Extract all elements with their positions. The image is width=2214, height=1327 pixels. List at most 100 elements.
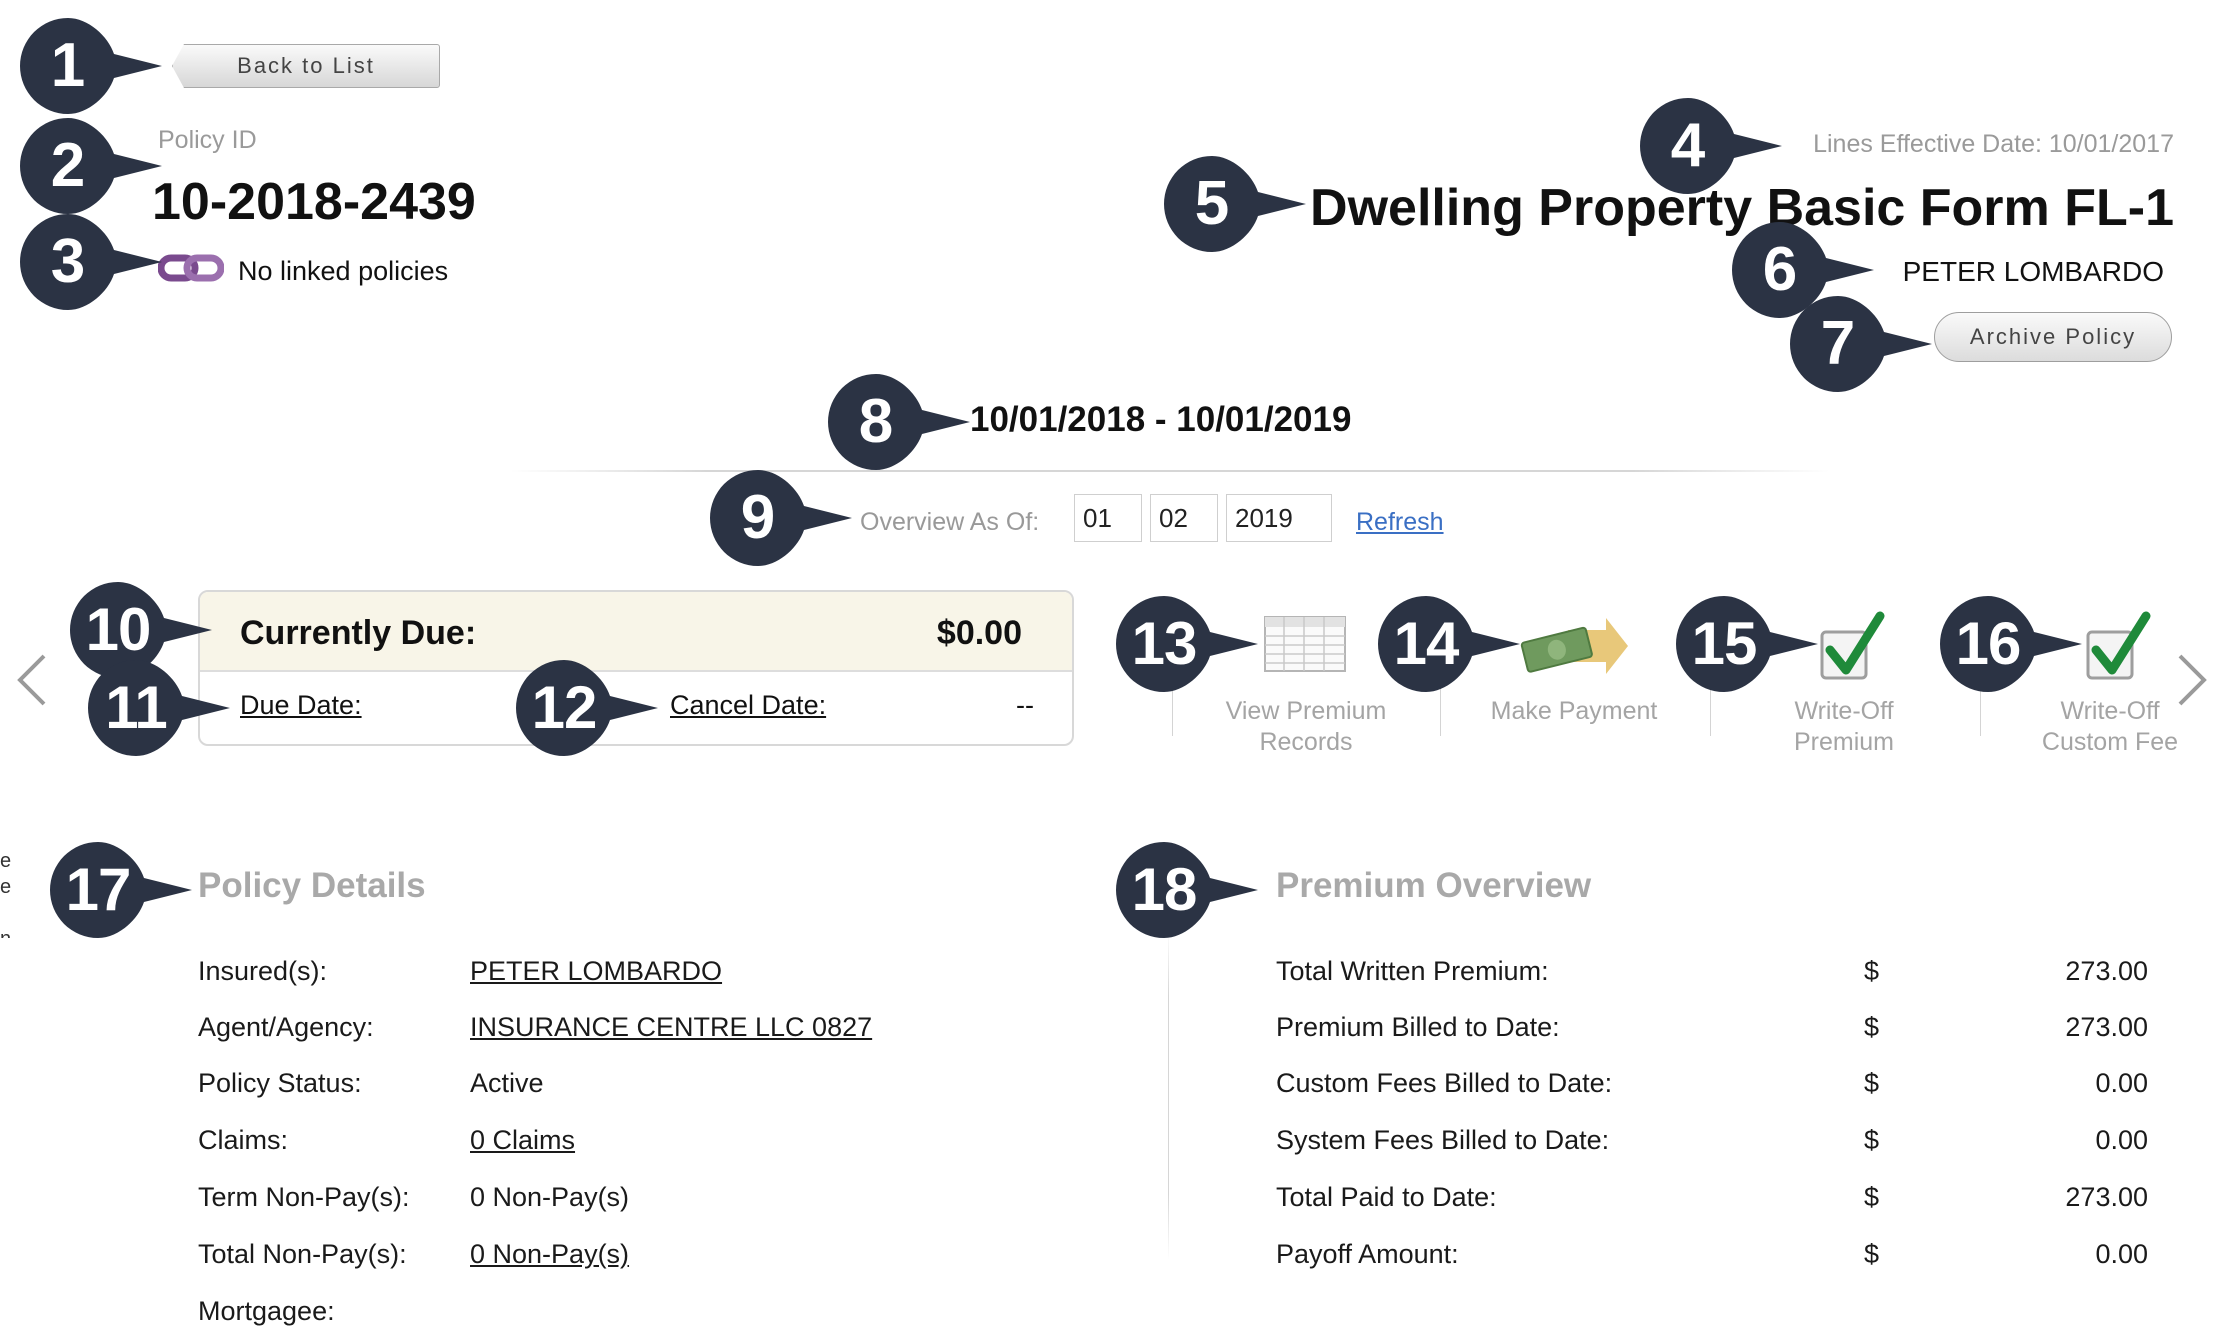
premium-value: 273.00 <box>2065 1012 2148 1042</box>
insured-name-header: PETER LOMBARDO <box>1902 256 2164 287</box>
due-date-link[interactable]: Due Date: <box>240 690 362 721</box>
checkbox-check-icon <box>1818 606 1888 689</box>
premium-value: 273.00 <box>2065 1182 2148 1212</box>
callout-marker-13: 13 <box>1112 592 1258 696</box>
currency-symbol: $ <box>1864 1182 1880 1212</box>
callout-number: 1 <box>50 31 86 100</box>
premium-label: Total Paid to Date: <box>1276 1182 1497 1212</box>
overview-year-input[interactable]: 2019 <box>1226 494 1332 542</box>
callout-number: 14 <box>1393 610 1460 677</box>
callout-marker-2: 2 <box>16 114 162 218</box>
policy-status-value: Active <box>470 1068 544 1098</box>
callout-number: 18 <box>1131 856 1198 923</box>
term-non-pay-value: 0 Non-Pay(s) <box>470 1182 630 1212</box>
action-label: View Premium Records <box>1196 696 1416 758</box>
callout-number: 7 <box>1820 309 1856 378</box>
callout-marker-7: 7 <box>1786 292 1932 396</box>
callout-number: 4 <box>1670 111 1706 180</box>
premium-value: 273.00 <box>2065 956 2148 986</box>
premium-label: System Fees Billed to Date: <box>1276 1125 1610 1155</box>
lines-effective-date: Lines Effective Date: 10/01/2017 <box>1813 130 2174 158</box>
policy-detail-label: Claims: <box>198 1125 289 1155</box>
callout-number: 11 <box>105 674 167 741</box>
callout-number: 17 <box>65 856 132 923</box>
refresh-link[interactable]: Refresh <box>1356 508 1444 537</box>
section-divider <box>1168 930 1169 1260</box>
callout-marker-16: 16 <box>1936 592 2082 696</box>
action-label-line: View Premium <box>1225 697 1387 725</box>
premium-label: Custom Fees Billed to Date: <box>1276 1068 1613 1098</box>
policy-detail-label: Term Non-Pay(s): <box>198 1182 410 1212</box>
callout-marker-15: 15 <box>1672 592 1818 696</box>
currency-symbol: $ <box>1864 1068 1880 1098</box>
currency-symbol: $ <box>1864 1125 1880 1155</box>
callout-marker-17: 17 <box>46 838 192 942</box>
left-edge-fragment: een <box>0 850 12 938</box>
callout-number: 2 <box>50 131 86 200</box>
cancel-date-link[interactable]: Cancel Date: <box>670 690 826 721</box>
action-label-line: Custom Fee <box>2041 728 2179 756</box>
total-non-pay-link[interactable]: 0 Non-Pay(s) <box>470 1239 629 1270</box>
money-arrow-icon <box>1520 616 1630 685</box>
spreadsheet-icon <box>1264 616 1346 677</box>
premium-value: 0.00 <box>2095 1239 2148 1269</box>
premium-label: Payoff Amount: <box>1276 1239 1459 1269</box>
agency-link[interactable]: INSURANCE CENTRE LLC 0827 <box>470 1012 872 1043</box>
currency-symbol: $ <box>1864 1012 1880 1042</box>
callout-marker-4: 4 <box>1636 94 1782 198</box>
action-label: Make Payment <box>1464 696 1684 727</box>
overview-day-input[interactable]: 02 <box>1150 494 1218 542</box>
action-label-line: Premium <box>1793 728 1894 756</box>
premium-value: 0.00 <box>2095 1068 2148 1098</box>
insured-link[interactable]: PETER LOMBARDO <box>470 956 722 987</box>
overview-month-input[interactable]: 01 <box>1074 494 1142 542</box>
callout-number: 8 <box>858 387 894 456</box>
callout-number: 3 <box>50 227 86 296</box>
callout-marker-14: 14 <box>1374 592 1520 696</box>
policy-detail-label: Total Non-Pay(s): <box>198 1239 407 1269</box>
premium-overview-title: Premium Overview <box>1276 866 1592 905</box>
callout-marker-11: 11 <box>84 656 230 760</box>
callout-number: 9 <box>740 483 776 552</box>
callout-marker-8: 8 <box>824 370 970 474</box>
callout-number: 15 <box>1691 610 1758 677</box>
premium-label: Premium Billed to Date: <box>1276 1012 1560 1042</box>
callout-marker-5: 5 <box>1160 152 1306 256</box>
callout-marker-9: 9 <box>706 466 852 570</box>
claims-link[interactable]: 0 Claims <box>470 1125 575 1156</box>
term-range: 10/01/2018 - 10/01/2019 <box>970 400 1352 439</box>
action-label-line: Make Payment <box>1490 697 1658 725</box>
premium-label: Total Written Premium: <box>1276 956 1549 986</box>
action-label-line: Write-Off <box>1794 697 1894 725</box>
currency-symbol: $ <box>1864 1239 1880 1269</box>
currently-due-value: $0.00 <box>936 614 1022 652</box>
callout-number: 13 <box>1131 610 1198 677</box>
callout-marker-3: 3 <box>16 210 162 314</box>
checkbox-check-icon <box>2084 606 2154 689</box>
callout-marker-12: 12 <box>512 656 658 760</box>
premium-value: 0.00 <box>2095 1125 2148 1155</box>
archive-policy-button[interactable]: Archive Policy <box>1934 312 2172 362</box>
action-label-line: Records <box>1259 728 1353 756</box>
policy-id-label: Policy ID <box>158 126 257 154</box>
action-label-line: Write-Off <box>2060 697 2160 725</box>
cancel-date-value: -- <box>1016 690 1034 720</box>
callout-number: 12 <box>531 674 598 741</box>
action-label: Write-Off Custom Fee <box>2000 696 2214 758</box>
callout-number: 16 <box>1955 610 2022 677</box>
policy-details-title: Policy Details <box>198 866 426 905</box>
policy-detail-label: Insured(s): <box>198 956 328 986</box>
policy-detail-label: Mortgagee: <box>198 1296 335 1326</box>
currency-symbol: $ <box>1864 956 1880 986</box>
currently-due-label: Currently Due: <box>240 614 477 652</box>
previous-arrow-icon[interactable] <box>14 652 48 713</box>
link-icon <box>157 252 225 284</box>
overview-as-of-label: Overview As Of: <box>860 508 1040 536</box>
policy-detail-label: Agent/Agency: <box>198 1012 374 1042</box>
back-to-list-button[interactable]: Back to List <box>172 44 440 88</box>
linked-policies-text: No linked policies <box>238 256 449 286</box>
policy-id: 10-2018-2439 <box>152 173 476 231</box>
callout-marker-18: 18 <box>1112 838 1258 942</box>
callout-marker-1: 1 <box>16 14 162 118</box>
action-label: Write-Off Premium <box>1734 696 1954 758</box>
